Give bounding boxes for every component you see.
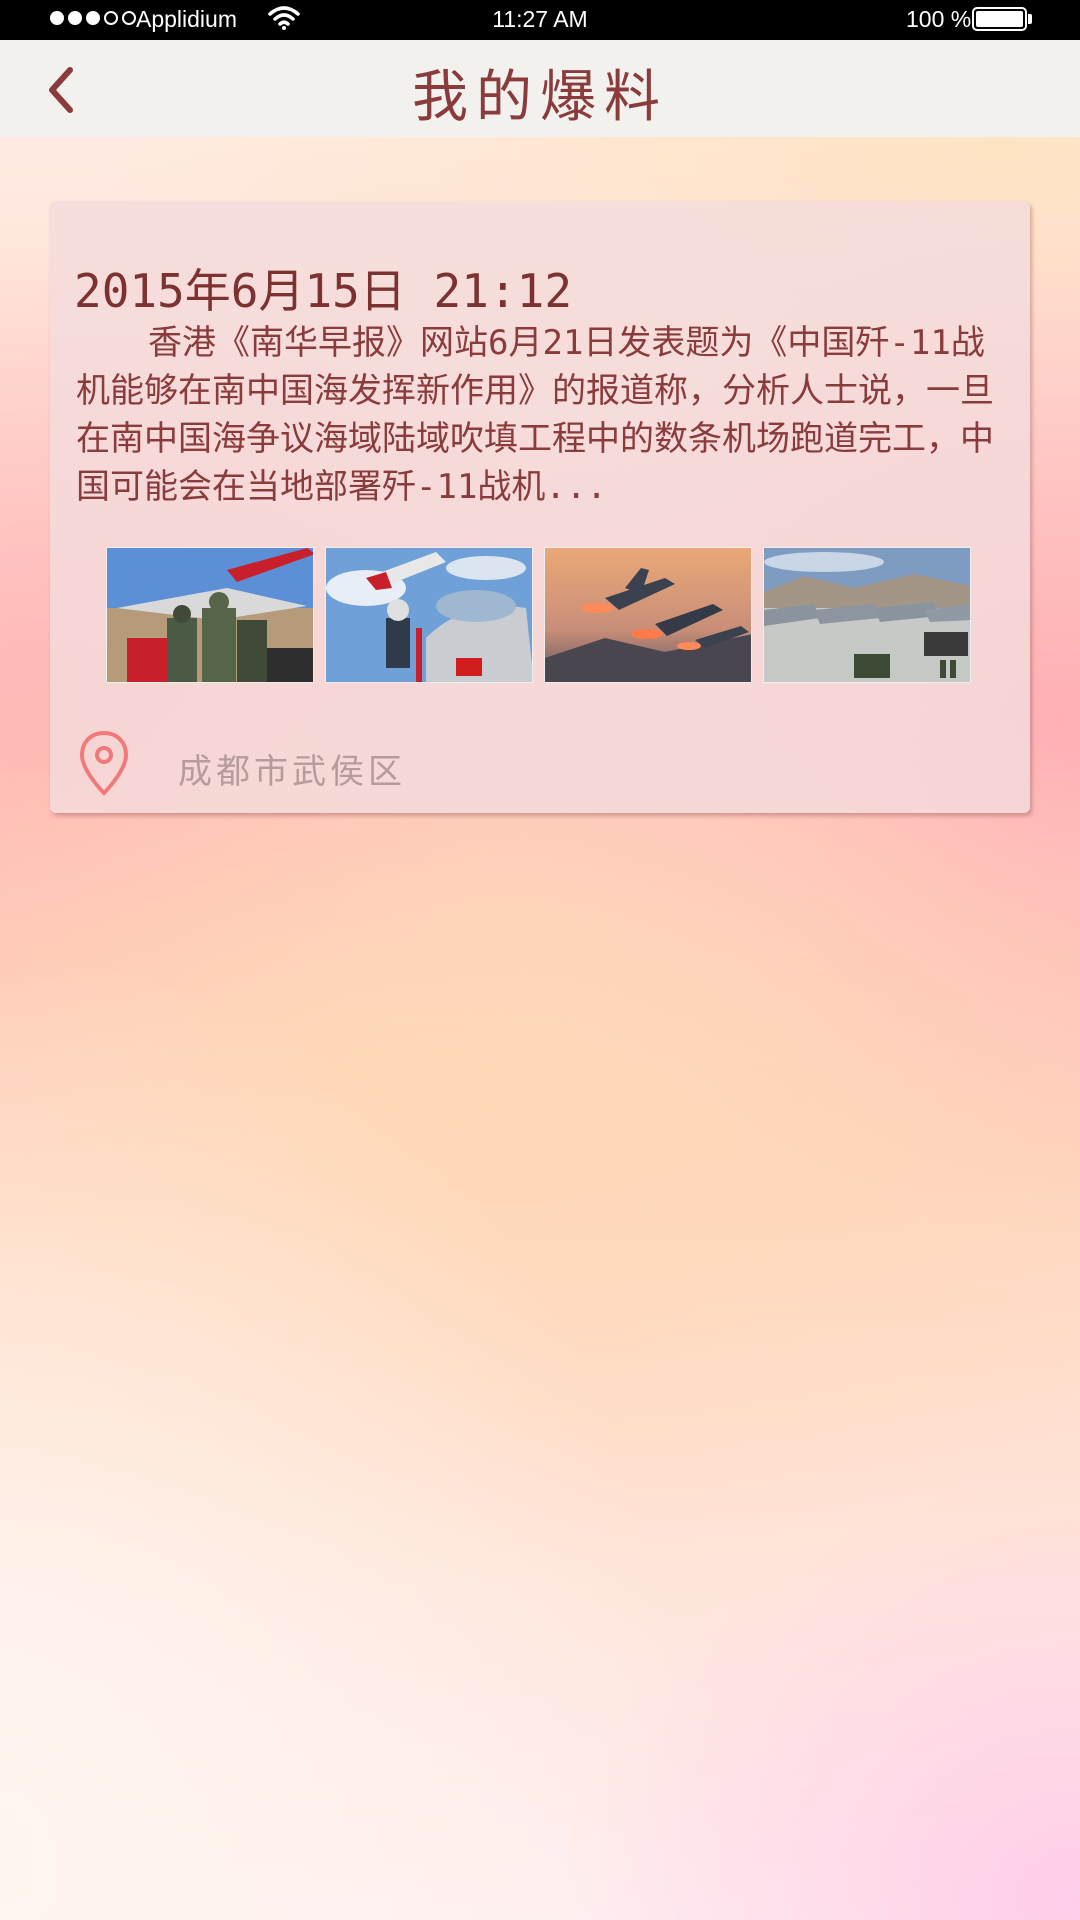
photo-icon	[326, 548, 532, 682]
location-text: 成都市武侯区	[178, 752, 406, 792]
post-card[interactable]: 2015年6月15日 21:12 香港《南华早报》网站6月21日发表题为《中国歼…	[50, 201, 1030, 813]
nav-bar: 我的爆料	[0, 40, 1080, 137]
status-bar: Applidium 11:27 AM 100 %	[0, 0, 1080, 40]
post-date: 2015年6月15日 21:12	[74, 264, 573, 318]
image-gallery	[106, 547, 971, 683]
map-pin-icon	[79, 730, 129, 796]
post-body: 香港《南华早报》网站6月21日发表题为《中国歼-11战机能够在南中国海发挥新作用…	[76, 323, 994, 507]
photo-icon	[764, 548, 970, 682]
photo-icon	[107, 548, 313, 682]
thumbnail-image[interactable]	[106, 547, 314, 683]
battery-tip	[1028, 14, 1032, 24]
thumbnail-image[interactable]	[325, 547, 533, 683]
photo-icon	[545, 548, 751, 682]
thumbnail-image[interactable]	[544, 547, 752, 683]
thumbnail-image[interactable]	[763, 547, 971, 683]
page-title: 我的爆料	[412, 65, 668, 130]
battery-percent: 100 %	[906, 6, 972, 32]
battery-icon	[972, 7, 1027, 31]
